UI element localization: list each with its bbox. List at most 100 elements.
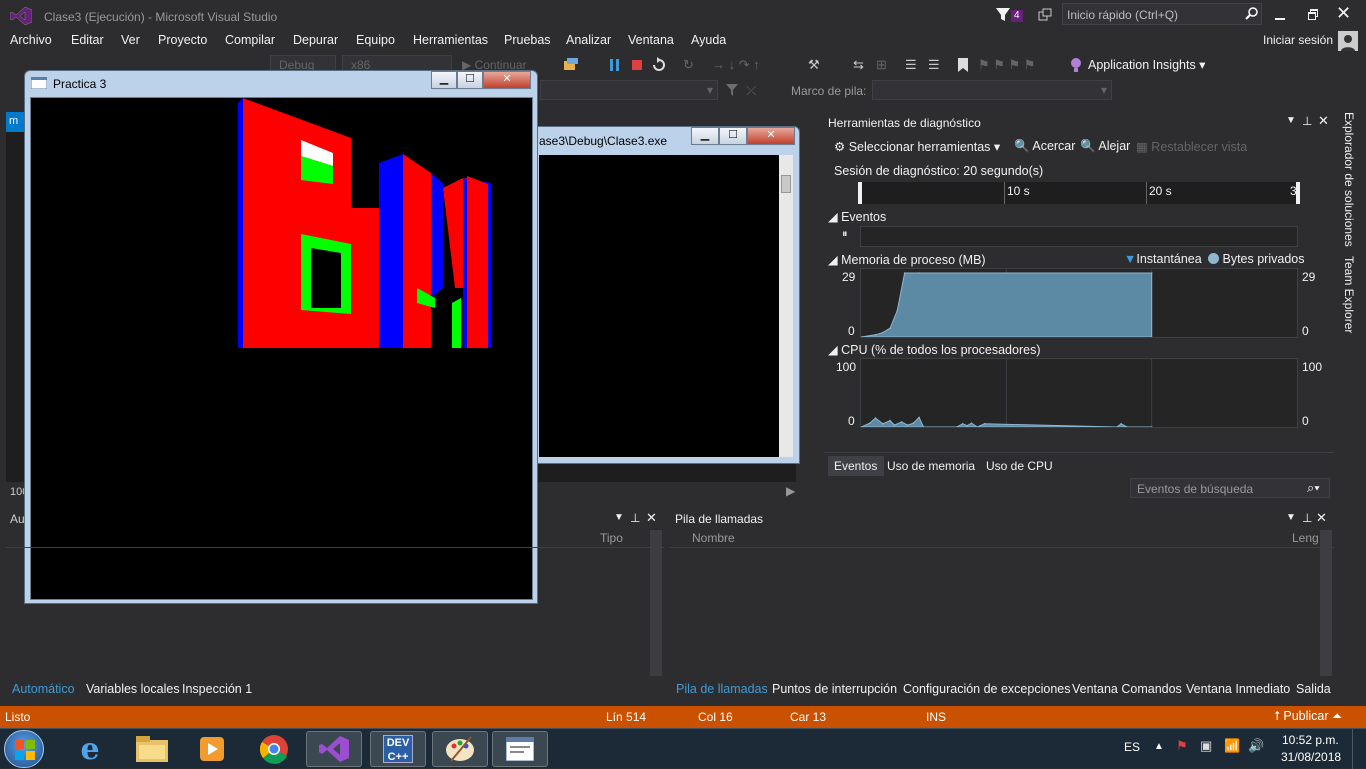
- team-explorer-tab[interactable]: Team Explorer: [1342, 256, 1356, 333]
- memory-chart[interactable]: [860, 268, 1298, 338]
- practica-minimize-button[interactable]: ▁: [431, 71, 457, 89]
- pause-icon[interactable]: [609, 58, 621, 72]
- align-left-icon[interactable]: ☰: [905, 57, 917, 73]
- callstack-dropdown-icon[interactable]: ▼: [1286, 512, 1296, 523]
- callstack-scrollbar[interactable]: [1320, 530, 1332, 676]
- timeline-ruler[interactable]: 10 s 20 s 3: [858, 182, 1300, 204]
- filter-notification-icon[interactable]: [995, 7, 1011, 23]
- publish-button[interactable]: ⭡ Publicar ⏶: [1274, 709, 1342, 724]
- taskbar-explorer[interactable]: [124, 731, 180, 767]
- app-insights-button[interactable]: Application Insights ▾: [1088, 57, 1205, 72]
- col-name-header[interactable]: Nombre: [692, 531, 735, 545]
- zoom-in-button[interactable]: 🔍 Acercar: [1014, 139, 1075, 154]
- menu-ver[interactable]: Ver: [121, 33, 140, 47]
- flag-threads-icon[interactable]: ⤫: [746, 83, 756, 99]
- menu-herramientas[interactable]: Herramientas: [413, 33, 488, 47]
- timeline-end-handle[interactable]: [1296, 182, 1300, 204]
- taskbar-paint[interactable]: [432, 731, 488, 767]
- autos-close-icon[interactable]: ✕: [646, 510, 657, 526]
- process-icon[interactable]: [563, 57, 579, 73]
- bookmark-icon[interactable]: [958, 58, 968, 72]
- language-indicator[interactable]: ES: [1124, 740, 1140, 754]
- clock-time[interactable]: 10:52 p.m.: [1282, 733, 1339, 747]
- solution-explorer-tab[interactable]: Explorador de soluciones: [1342, 112, 1356, 247]
- col-type-header[interactable]: Tipo: [600, 531, 623, 545]
- diagnostics-close-icon[interactable]: ✕: [1318, 113, 1329, 129]
- cpu-section-header[interactable]: ◢ CPU (% de todos los procesadores): [828, 342, 1041, 357]
- notifications-badge[interactable]: 4: [1011, 10, 1023, 22]
- tab-inspeccion[interactable]: Inspección 1: [182, 682, 252, 696]
- autos-scrollbar[interactable]: [650, 530, 662, 676]
- taskbar-console-app[interactable]: [492, 731, 548, 767]
- menu-analizar[interactable]: Analizar: [566, 33, 611, 47]
- tab-ventana-comandos[interactable]: Ventana Comandos: [1072, 682, 1182, 696]
- menu-ventana[interactable]: Ventana: [628, 33, 674, 47]
- zoom-out-button[interactable]: 🔍 Alejar: [1080, 139, 1130, 154]
- autos-pin-icon[interactable]: ⊥: [630, 511, 640, 525]
- show-next-statement-icon[interactable]: ↻: [683, 57, 694, 73]
- menu-ayuda[interactable]: Ayuda: [691, 33, 726, 47]
- taskbar-chrome[interactable]: [246, 731, 302, 767]
- tray-expand-icon[interactable]: ▲: [1154, 741, 1164, 752]
- memory-section-header[interactable]: ◢ Memoria de proceso (MB): [828, 252, 986, 267]
- restart-icon[interactable]: [652, 57, 666, 73]
- feedback-icon[interactable]: [1038, 8, 1052, 22]
- close-button[interactable]: ✕: [1336, 4, 1354, 22]
- menu-proyecto[interactable]: Proyecto: [158, 33, 207, 47]
- tab-uso-memoria[interactable]: Uso de memoria: [887, 459, 975, 473]
- tab-uso-cpu[interactable]: Uso de CPU: [986, 459, 1053, 473]
- console-minimize-button[interactable]: ▁: [691, 127, 719, 145]
- step-into-icon[interactable]: → ↓ ↷ ↑: [712, 57, 760, 73]
- tab-pila-llamadas[interactable]: Pila de llamadas: [676, 682, 768, 696]
- device-icon[interactable]: ▣: [1200, 738, 1212, 754]
- diagnostics-pin-icon[interactable]: ⊥: [1302, 114, 1312, 128]
- bookmark-nav-icons[interactable]: ⚑ ⚑ ⚑ ⚑: [978, 57, 1035, 73]
- quick-launch-input[interactable]: Inicio rápido (Ctrl+Q): [1062, 3, 1262, 25]
- action-center-icon[interactable]: ⚑: [1176, 738, 1188, 754]
- events-pause-icon[interactable]: ⏸: [842, 228, 848, 241]
- console-maximize-button[interactable]: ☐: [719, 127, 747, 145]
- user-avatar[interactable]: [1338, 31, 1358, 51]
- tab-puntos-interrupcion[interactable]: Puntos de interrupción: [772, 682, 897, 696]
- reset-view-button[interactable]: ▦ Restablecer vista: [1136, 139, 1247, 154]
- menu-equipo[interactable]: Equipo: [356, 33, 395, 47]
- diagnostics-dropdown-icon[interactable]: ▼: [1286, 115, 1296, 126]
- thread-dropdown[interactable]: ▾: [540, 80, 718, 100]
- events-section-header[interactable]: ◢ Eventos: [828, 209, 886, 224]
- practica-maximize-button[interactable]: ☐: [457, 71, 483, 89]
- align-right-icon[interactable]: ☰: [928, 57, 940, 73]
- taskbar-ie[interactable]: e: [62, 731, 118, 767]
- tab-ventana-inmediato[interactable]: Ventana Inmediato: [1186, 682, 1290, 696]
- editor-tab-fragment[interactable]: m: [6, 112, 26, 132]
- clock-date[interactable]: 31/08/2018: [1281, 750, 1341, 764]
- console-window[interactable]: ase3\Debug\Clase3.exe ▁ ☐ ✕: [532, 126, 800, 464]
- taskbar-visual-studio[interactable]: [306, 731, 362, 767]
- menu-archivo[interactable]: Archivo: [10, 33, 52, 47]
- stack-frame-dropdown[interactable]: ▾: [872, 80, 1112, 100]
- stack-icon[interactable]: ⊞: [876, 57, 887, 73]
- select-tools-button[interactable]: ⚙ Seleccionar herramientas ▾: [834, 139, 1000, 154]
- start-button[interactable]: [4, 730, 44, 768]
- tab-config-excepciones[interactable]: Configuración de excepciones: [903, 682, 1070, 696]
- console-close-button[interactable]: ✕: [747, 127, 795, 145]
- scroll-right-icon[interactable]: ▶: [786, 484, 795, 498]
- callstack-pin-icon[interactable]: ⊥: [1302, 511, 1312, 525]
- tab-automatico[interactable]: Automático: [12, 682, 75, 696]
- practica-close-button[interactable]: ✕: [483, 71, 531, 89]
- taskbar-media-player[interactable]: [184, 731, 240, 767]
- console-scrollbar[interactable]: [779, 155, 793, 457]
- tab-salida[interactable]: Salida: [1296, 682, 1331, 696]
- menu-pruebas[interactable]: Pruebas: [504, 33, 551, 47]
- volume-icon[interactable]: 🔊: [1248, 738, 1264, 754]
- tab-eventos[interactable]: Eventos: [828, 456, 884, 476]
- menu-compilar[interactable]: Compilar: [225, 33, 275, 47]
- autos-dropdown-icon[interactable]: ▼: [614, 512, 624, 523]
- tab-variables-locales[interactable]: Variables locales: [86, 682, 180, 696]
- threads-icon[interactable]: ⇆: [853, 57, 864, 73]
- events-search-icon[interactable]: ⌕▾: [1307, 480, 1320, 496]
- events-search-input[interactable]: Eventos de búsqueda ⌕▾: [1130, 478, 1330, 498]
- taskbar-dev-cpp[interactable]: DEV C++: [370, 731, 426, 767]
- restore-button[interactable]: [1306, 6, 1322, 22]
- search-icon[interactable]: [1245, 7, 1259, 21]
- timeline-start-handle[interactable]: [858, 182, 862, 204]
